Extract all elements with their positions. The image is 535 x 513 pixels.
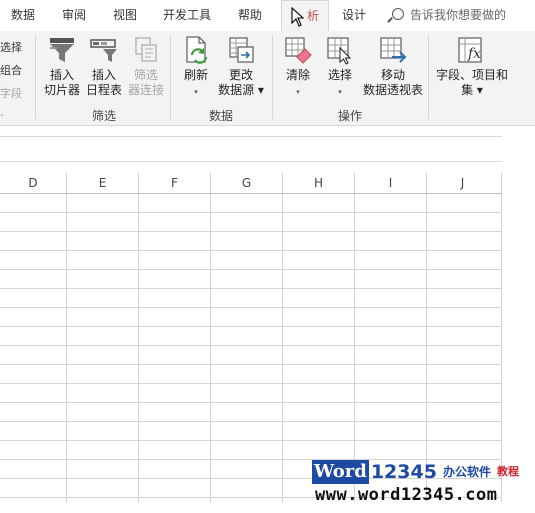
filter-connections-button[interactable]: 筛选 器连接 xyxy=(126,35,166,98)
refresh-dropdown-caret[interactable]: ▾ xyxy=(194,88,198,96)
refresh-label: 刷新 xyxy=(183,68,208,82)
timeline-icon xyxy=(90,39,117,62)
tab-review[interactable]: 审阅 xyxy=(62,0,86,31)
clear-label: 清除 xyxy=(285,68,310,82)
select-partial-label[interactable]: 选择 xyxy=(0,39,22,55)
move-pivot-table-button[interactable]: 移动 数据透视表 xyxy=(360,35,426,98)
fields-items-sets-button[interactable]: fx 字段、项目和 集 ▾ xyxy=(432,35,512,98)
insert-timeline-button[interactable]: 插入 日程表 xyxy=(84,35,124,98)
ribbon-analyze: 选择 组合 字段 · 插入 切片器 插入 日程表 筛选 器连接 筛选 刷新 ▾ … xyxy=(0,31,535,126)
tab-design[interactable]: 设计 xyxy=(342,0,366,31)
column-header-g[interactable]: G xyxy=(211,172,282,194)
filter-group-label: 筛选 xyxy=(91,109,116,123)
fields-items-sets-line2: 集 ▾ xyxy=(461,83,483,97)
change-data-source-button[interactable]: 更改 数据源 ▾ xyxy=(216,35,266,98)
group-separator xyxy=(272,35,273,119)
watermark-tag: 教程 xyxy=(496,465,519,478)
column-header-i[interactable]: I xyxy=(355,172,426,194)
column-header-f[interactable]: F xyxy=(139,172,210,194)
column-divider xyxy=(426,172,427,502)
search-icon xyxy=(392,8,404,20)
insert-slicer-line2: 切片器 xyxy=(43,83,80,97)
insert-timeline-line2: 日程表 xyxy=(85,83,122,97)
row-line xyxy=(0,231,502,232)
move-pivot-line1: 移动 xyxy=(380,68,405,82)
row-line xyxy=(0,421,502,422)
group-partial-label[interactable]: 组合 xyxy=(0,62,22,78)
insert-slicer-line1: 插入 xyxy=(49,68,74,82)
data-group-label: 数据 xyxy=(208,109,233,123)
formula-area-line xyxy=(0,136,502,137)
move-pivot-line2: 数据透视表 xyxy=(362,83,423,97)
group-separator xyxy=(428,35,429,119)
row-line xyxy=(0,288,502,289)
insert-slicer-button[interactable]: 插入 切片器 xyxy=(40,35,84,98)
change-data-source-icon xyxy=(229,37,254,63)
refresh-icon xyxy=(186,36,208,64)
row-line xyxy=(0,212,502,213)
refresh-button[interactable]: 刷新 ▾ xyxy=(176,35,216,100)
clear-dropdown-caret[interactable]: ▾ xyxy=(296,88,300,96)
watermark-chinese: 办公软件 xyxy=(442,465,491,479)
fields-items-sets-icon: fx xyxy=(458,37,482,63)
clear-button[interactable]: 清除 ▾ xyxy=(278,35,318,100)
tab-help[interactable]: 帮助 xyxy=(238,0,262,31)
group-separator xyxy=(170,35,171,119)
watermark-logo: Word 12345 办公软件 教程 xyxy=(312,460,519,484)
select-dropdown-caret[interactable]: ▾ xyxy=(338,88,342,96)
filter-connections-line2: 器连接 xyxy=(127,83,164,97)
watermark-url: www.word12345.com xyxy=(315,485,498,505)
watermark-brand: Word xyxy=(312,460,369,484)
tab-developer[interactable]: 开发工具 xyxy=(163,0,211,31)
column-header-j[interactable]: J xyxy=(427,172,498,194)
select-icon xyxy=(327,37,352,65)
column-header-e[interactable]: E xyxy=(67,172,138,194)
select-button[interactable]: 选择 ▾ xyxy=(320,35,360,100)
column-divider xyxy=(66,172,67,502)
row-line xyxy=(0,307,502,308)
row-line xyxy=(0,250,502,251)
select-label: 选择 xyxy=(327,68,352,82)
column-header-border xyxy=(0,193,502,194)
row-line xyxy=(0,402,502,403)
row-line xyxy=(0,269,502,270)
partial-dot: · xyxy=(0,109,4,122)
column-header-h[interactable]: H xyxy=(283,172,354,194)
row-line xyxy=(0,383,502,384)
tab-data[interactable]: 数据 xyxy=(11,0,35,31)
slicer-icon xyxy=(50,38,74,62)
column-header-d[interactable]: D xyxy=(0,172,66,194)
tab-analyze-label: 析 xyxy=(306,9,319,23)
row-line xyxy=(0,345,502,346)
column-divider xyxy=(501,172,502,502)
column-divider xyxy=(138,172,139,502)
field-partial-label: 字段 xyxy=(0,87,22,100)
column-divider xyxy=(210,172,211,502)
column-divider xyxy=(354,172,355,502)
column-divider xyxy=(282,172,283,502)
change-data-source-line1: 更改 xyxy=(228,68,253,82)
move-pivot-table-icon xyxy=(380,37,407,63)
mouse-cursor-icon xyxy=(291,7,305,27)
tab-view[interactable]: 视图 xyxy=(113,0,137,31)
tell-me-search[interactable]: 告诉我你想要做的 xyxy=(392,0,506,31)
fields-items-sets-line1: 字段、项目和 xyxy=(435,68,508,82)
actions-group-label: 操作 xyxy=(337,109,362,123)
row-line xyxy=(0,440,502,441)
change-data-source-line2: 数据源 ▾ xyxy=(218,83,264,97)
svg-text:fx: fx xyxy=(467,46,481,62)
ribbon-tab-bar: 数据 审阅 视图 开发工具 帮助 析 设计 告诉我你想要做的 xyxy=(0,0,535,32)
watermark-number: 12345 xyxy=(370,461,437,483)
clear-icon xyxy=(285,37,312,64)
group-separator xyxy=(35,35,36,119)
row-line xyxy=(0,326,502,327)
filter-connections-icon xyxy=(135,37,157,62)
row-line xyxy=(0,364,502,365)
formula-area-line xyxy=(0,161,502,162)
insert-timeline-line1: 插入 xyxy=(91,68,116,82)
filter-connections-line1: 筛选 xyxy=(133,68,158,82)
tell-me-placeholder: 告诉我你想要做的 xyxy=(410,8,507,22)
